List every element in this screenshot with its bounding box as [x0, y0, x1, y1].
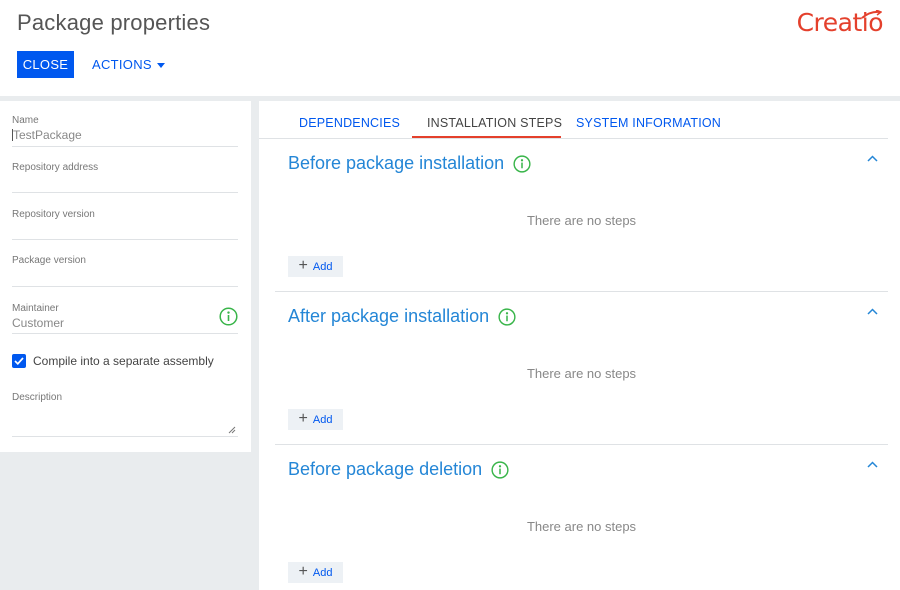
chevron-up-icon[interactable] — [867, 461, 878, 468]
info-icon[interactable] — [513, 154, 531, 173]
section-title: After package installation — [288, 306, 516, 327]
repository-version-field[interactable]: Repository version — [12, 209, 238, 240]
name-field[interactable]: Name TestPackage — [12, 115, 238, 147]
tab-dependencies[interactable]: DEPENDENCIES — [299, 116, 400, 130]
add-label: Add — [312, 566, 333, 579]
info-icon[interactable] — [498, 307, 516, 326]
page-title: Package properties — [17, 10, 211, 35]
add-label: Add — [312, 260, 333, 273]
description-value[interactable] — [12, 405, 238, 419]
add-step-button[interactable]: + Add — [288, 409, 343, 430]
repository-address-field[interactable]: Repository address — [12, 162, 238, 193]
section-divider — [275, 444, 888, 445]
maintainer-label: Maintainer — [12, 303, 59, 314]
name-label: Name — [12, 115, 39, 126]
chevron-up-icon[interactable] — [867, 308, 878, 315]
section-divider — [275, 291, 888, 292]
chevron-up-icon[interactable] — [867, 155, 878, 162]
plus-icon: + — [298, 409, 308, 427]
section-title-text: After package installation — [288, 306, 490, 326]
maintainer-info-icon[interactable] — [219, 307, 238, 326]
maintainer-value[interactable]: Customer — [12, 316, 238, 330]
package-fields-panel: Name TestPackage Repository address Repo… — [0, 101, 251, 452]
actions-label: ACTIONS — [92, 57, 152, 72]
info-icon[interactable] — [491, 460, 509, 479]
before-deletion-section: Before package deletion There are no ste… — [275, 459, 888, 589]
name-value[interactable]: TestPackage — [12, 128, 238, 142]
tab-installation-steps[interactable]: INSTALLATION STEPS — [427, 116, 562, 130]
actions-dropdown-button[interactable]: ACTIONS — [92, 51, 165, 78]
tabs-bar: DEPENDENCIES INSTALLATION STEPS SYSTEM I… — [259, 101, 888, 139]
tab-system-information[interactable]: SYSTEM INFORMATION — [576, 116, 721, 130]
page-header: Package properties Creatio CLOSE ACTIONS — [0, 0, 900, 96]
checkmark-icon — [14, 357, 24, 365]
repository-version-value[interactable] — [12, 222, 238, 236]
compile-assembly-label: Compile into a separate assembly — [33, 354, 214, 368]
empty-steps-text: There are no steps — [526, 366, 637, 381]
section-title-text: Before package installation — [288, 153, 505, 173]
maintainer-field[interactable]: Maintainer Customer — [12, 303, 238, 334]
description-field[interactable]: Description — [12, 392, 238, 437]
plus-icon: + — [298, 562, 308, 580]
repository-address-value[interactable] — [12, 175, 238, 189]
active-tab-indicator — [412, 136, 561, 138]
package-version-value[interactable] — [12, 268, 238, 282]
logo-swoosh-icon — [861, 10, 882, 19]
repository-address-label: Repository address — [12, 162, 99, 173]
add-step-button[interactable]: + Add — [288, 256, 343, 277]
description-label: Description — [12, 392, 63, 403]
caret-down-icon — [156, 62, 165, 68]
section-title-text: Before package deletion — [288, 459, 483, 479]
repository-version-label: Repository version — [12, 209, 95, 220]
package-version-label: Package version — [12, 255, 86, 266]
section-title: Before package installation — [288, 153, 531, 174]
empty-steps-text: There are no steps — [526, 213, 637, 228]
after-installation-section: After package installation There are no … — [275, 306, 888, 436]
section-title: Before package deletion — [288, 459, 509, 480]
add-label: Add — [312, 413, 333, 426]
package-version-field[interactable]: Package version — [12, 255, 238, 287]
plus-icon: + — [298, 256, 308, 274]
empty-steps-text: There are no steps — [526, 519, 637, 534]
close-button[interactable]: CLOSE — [17, 51, 74, 78]
name-value-text: TestPackage — [13, 128, 82, 142]
compile-assembly-checkbox[interactable] — [12, 354, 26, 368]
before-installation-section: Before package installation There are no… — [275, 153, 888, 283]
package-details-panel: DEPENDENCIES INSTALLATION STEPS SYSTEM I… — [259, 101, 900, 590]
resize-handle-icon[interactable] — [228, 426, 236, 434]
add-step-button[interactable]: + Add — [288, 562, 343, 583]
compile-assembly-row[interactable]: Compile into a separate assembly — [12, 354, 214, 368]
